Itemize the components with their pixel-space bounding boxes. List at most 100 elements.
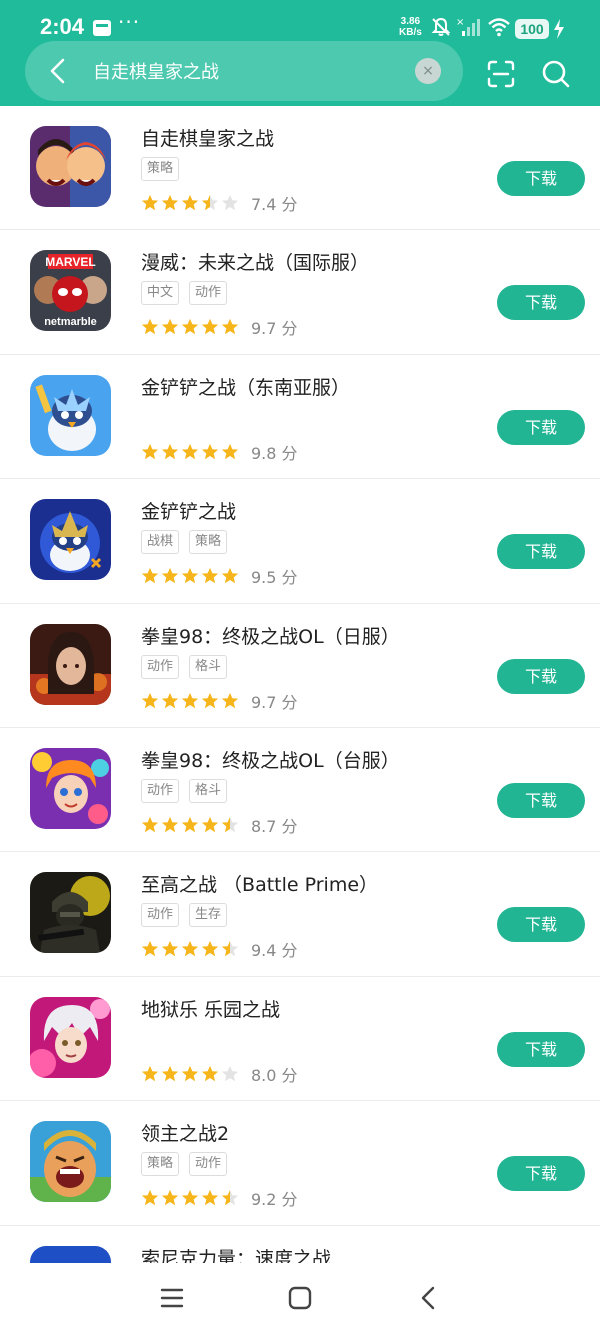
app-rating: 9.8 分 <box>141 440 298 464</box>
star-full-icon <box>181 319 199 335</box>
list-item[interactable]: 金铲铲之战 战棋 策略 9.5 分 下载 <box>0 479 600 604</box>
app-name[interactable]: 自走棋皇家之战 <box>141 124 274 151</box>
star-full-icon <box>161 816 179 833</box>
star-rating <box>141 194 239 212</box>
star-rating <box>141 443 239 461</box>
list-item[interactable]: 自走棋皇家之战 策略 7.4 分 下载 <box>0 106 600 231</box>
app-score: 9.5 分 <box>251 568 298 588</box>
star-empty-icon <box>221 194 239 211</box>
star-half-icon <box>221 941 239 957</box>
app-score: 9.4 分 <box>251 941 298 961</box>
app-rating: 9.7 分 <box>141 315 298 339</box>
star-rating <box>141 567 239 585</box>
download-button[interactable]: 下载 <box>497 782 585 818</box>
star-full-icon <box>221 692 239 708</box>
app-name[interactable]: 领主之战2 <box>141 1119 229 1146</box>
download-button[interactable]: 下载 <box>497 907 585 943</box>
top-header: 2:04 ··· 3.86 KB/s × 100 自走棋皇家之战 × <box>0 0 600 106</box>
star-full-icon <box>161 568 179 584</box>
download-button[interactable]: 下载 <box>497 534 585 570</box>
star-full-icon <box>161 194 179 211</box>
app-tag: 动作 <box>189 281 228 306</box>
star-empty-icon <box>221 1065 239 1081</box>
list-item[interactable]: 地狱乐 乐园之战 8.0 分 下载 <box>0 977 600 1102</box>
app-name[interactable]: 索尼克力量：速度之战 <box>141 1244 331 1263</box>
app-name[interactable]: 至高之战 （Battle Prime） <box>141 870 378 897</box>
app-icon-battle-prime <box>30 872 111 954</box>
star-full-icon <box>141 319 159 335</box>
star-full-icon <box>141 816 159 833</box>
star-full-icon <box>141 443 159 459</box>
app-tag: 动作 <box>141 654 180 679</box>
app-rating: 9.2 分 <box>141 1186 298 1210</box>
app-tag: 动作 <box>141 778 180 803</box>
system-navigation-bar <box>0 1263 600 1333</box>
icon-text-netmarble: netmarble <box>44 316 97 328</box>
list-item[interactable]: MARVEL netmarble 漫威：未来之战（国际服） 中文 动作 9.7 … <box>0 230 600 355</box>
star-full-icon <box>181 692 199 708</box>
app-icon-tft-sea <box>30 374 111 456</box>
star-full-icon <box>221 443 239 459</box>
app-rating: 9.7 分 <box>141 689 298 713</box>
app-tag: 战棋 <box>141 530 180 555</box>
app-name[interactable]: 漫威：未来之战（国际服） <box>141 248 369 275</box>
star-full-icon <box>141 1065 159 1081</box>
star-full-icon <box>161 692 179 708</box>
app-name[interactable]: 地狱乐 乐园之战 <box>141 995 280 1022</box>
wifi-icon <box>488 18 510 37</box>
star-full-icon <box>181 443 199 459</box>
app-score: 8.0 分 <box>251 1065 298 1085</box>
list-item[interactable]: 至高之战 （Battle Prime） 动作 生存 9.4 分 下载 <box>0 852 600 977</box>
star-full-icon <box>201 816 219 833</box>
star-half-icon <box>201 194 219 211</box>
back-icon[interactable] <box>416 1285 442 1311</box>
clear-search-button[interactable]: × <box>415 58 441 84</box>
list-item[interactable]: 领主之战2 策略 动作 9.2 分 下载 <box>0 1101 600 1226</box>
search-input[interactable] <box>93 57 413 85</box>
app-tags: 策略 <box>141 157 180 181</box>
list-item[interactable]: 金铲铲之战（东南亚服） 9.8 分 下载 <box>0 355 600 480</box>
star-full-icon <box>141 692 159 708</box>
star-full-icon <box>161 1065 179 1081</box>
star-full-icon <box>181 568 199 584</box>
download-button[interactable]: 下载 <box>497 409 585 445</box>
list-item[interactable]: 拳皇98：终极之战OL（台服） 动作 格斗 8.7 分 下载 <box>0 728 600 853</box>
search-bar: × <box>25 41 463 101</box>
download-button[interactable]: 下载 <box>497 658 585 694</box>
mute-bell-icon <box>431 17 451 36</box>
back-arrow-icon[interactable] <box>43 55 73 87</box>
download-button[interactable]: 下载 <box>497 1156 585 1192</box>
cell-signal-icon: × <box>456 17 480 36</box>
menu-icon[interactable] <box>159 1285 185 1311</box>
star-half-icon <box>221 816 239 833</box>
app-name[interactable]: 拳皇98：终极之战OL（台服） <box>141 746 400 773</box>
star-full-icon <box>181 194 199 211</box>
star-full-icon <box>181 816 199 833</box>
scan-icon[interactable] <box>486 59 516 89</box>
download-button[interactable]: 下载 <box>497 285 585 321</box>
app-name[interactable]: 金铲铲之战（东南亚服） <box>141 373 350 400</box>
star-full-icon <box>181 941 199 957</box>
app-rating: 8.0 分 <box>141 1062 298 1086</box>
star-full-icon <box>201 1190 219 1206</box>
app-icon-kof98-tw <box>30 747 111 829</box>
icon-text-marvel: MARVEL <box>45 255 95 269</box>
search-icon[interactable] <box>541 59 571 89</box>
list-item[interactable]: 索尼克力量：速度之战 <box>0 1226 600 1263</box>
status-time: 2:04 <box>40 14 85 39</box>
list-item[interactable]: 拳皇98：终极之战OL（日服） 动作 格斗 9.7 分 下载 <box>0 604 600 728</box>
network-speed: 3.86 KB/s <box>399 16 422 38</box>
app-name[interactable]: 拳皇98：终极之战OL（日服） <box>141 622 400 649</box>
app-rating: 7.4 分 <box>141 191 298 215</box>
star-full-icon <box>221 319 239 335</box>
download-button[interactable]: 下载 <box>497 1031 585 1067</box>
home-icon[interactable] <box>287 1285 313 1311</box>
app-rating: 9.4 分 <box>141 937 298 961</box>
app-name[interactable]: 金铲铲之战 <box>141 497 236 524</box>
download-button[interactable]: 下载 <box>497 161 585 196</box>
app-icon-tft <box>30 499 111 581</box>
app-icon-lords-war-2 <box>30 1121 111 1203</box>
star-full-icon <box>141 568 159 584</box>
app-tags: 动作 格斗 <box>141 778 228 803</box>
app-tags: 中文 动作 <box>141 281 228 306</box>
